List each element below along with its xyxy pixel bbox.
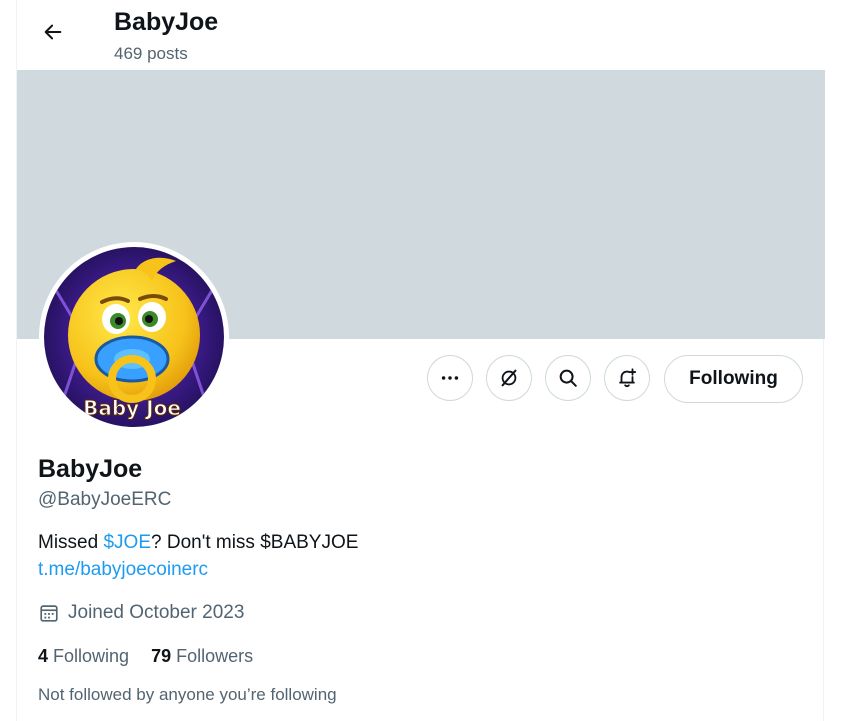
more-button[interactable] bbox=[427, 355, 473, 401]
user-handle: @BabyJoeERC bbox=[38, 489, 172, 510]
avatar[interactable]: Baby Joe bbox=[39, 242, 229, 432]
grok-button[interactable] bbox=[486, 355, 532, 401]
back-button[interactable] bbox=[35, 14, 71, 50]
header-title: BabyJoe bbox=[114, 8, 219, 36]
posts-count: 469 posts bbox=[114, 44, 188, 63]
search-icon bbox=[559, 369, 577, 387]
top-header: BabyJoe 469 posts bbox=[17, 0, 825, 70]
followers-label: Followers bbox=[176, 646, 254, 666]
followed-by-note: Not followed by anyone you’re following bbox=[38, 685, 337, 704]
profile-page: BabyJoe 469 posts Baby Joe Following Bab… bbox=[0, 0, 843, 721]
bio-prefix: Missed bbox=[38, 532, 104, 553]
display-name: BabyJoe bbox=[38, 455, 143, 483]
following-count: 4 bbox=[38, 646, 49, 666]
following-button[interactable]: Following bbox=[664, 355, 803, 403]
followers-count-link[interactable]: 79 Followers bbox=[151, 644, 253, 668]
avatar-logo-text: Baby Joe bbox=[83, 396, 181, 420]
cashtag-link[interactable]: $JOE bbox=[103, 532, 151, 553]
grok-slash-icon bbox=[501, 369, 517, 387]
bell-plus-icon bbox=[619, 368, 637, 388]
more-horizontal-icon bbox=[441, 376, 459, 380]
baby-joe-avatar-image: Baby Joe bbox=[44, 247, 224, 427]
following-count-link[interactable]: 4 Following bbox=[38, 644, 129, 668]
search-profile-button[interactable] bbox=[545, 355, 591, 401]
bio: Missed $JOE? Don't miss $BABYJOE bbox=[38, 531, 358, 555]
joined-text: Joined October 2023 bbox=[68, 602, 245, 623]
follow-stats: 4 Following 79 Followers bbox=[38, 644, 275, 668]
bio-suffix: ? Don't miss $BABYJOE bbox=[151, 532, 359, 553]
website-link[interactable]: t.me/babyjoecoinerc bbox=[38, 558, 208, 582]
followers-count: 79 bbox=[151, 646, 172, 666]
following-label: Following bbox=[53, 646, 130, 666]
calendar-icon bbox=[40, 605, 58, 622]
notifications-button[interactable] bbox=[604, 355, 650, 401]
arrow-left-icon bbox=[44, 24, 62, 40]
main-column: BabyJoe 469 posts Baby Joe Following Bab… bbox=[16, 0, 825, 721]
joined-date: Joined October 2023 bbox=[38, 601, 244, 625]
